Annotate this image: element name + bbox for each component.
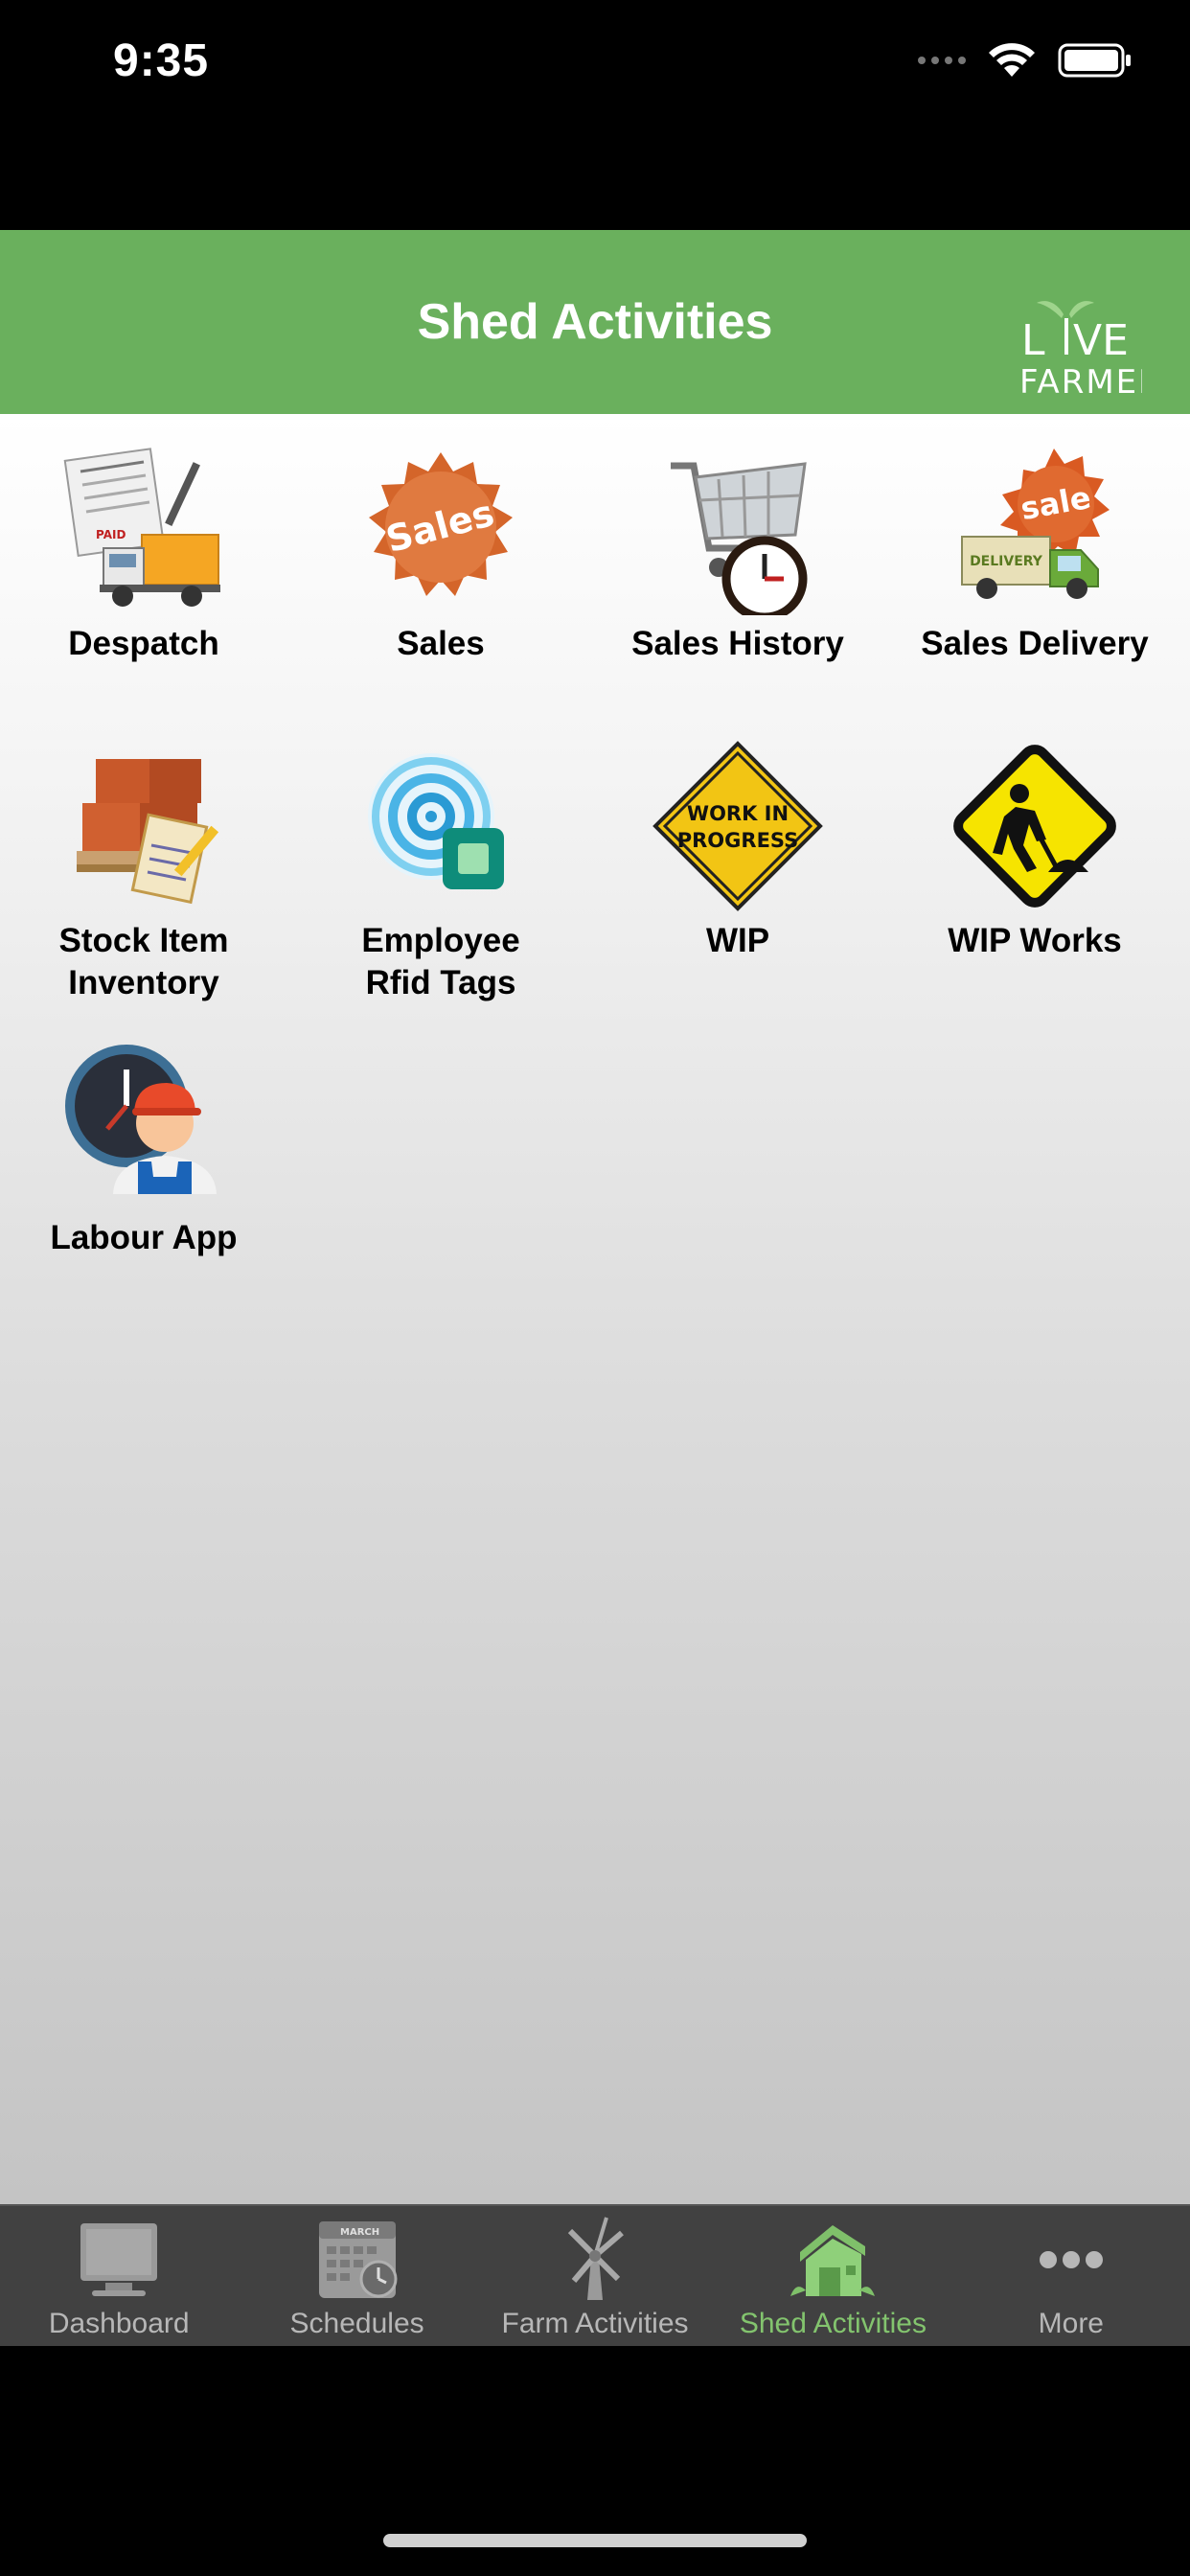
svg-text:VE: VE (1073, 316, 1129, 365)
tile-label-line2: Rfid Tags (365, 964, 516, 1001)
svg-text:MARCH: MARCH (340, 2227, 379, 2238)
svg-text:PAID: PAID (96, 528, 126, 541)
windmill-icon (567, 2217, 624, 2300)
battery-icon (1058, 43, 1131, 78)
tile-employee-rfid-tags[interactable]: Employee Rfid Tags (297, 740, 584, 1004)
tab-bar: Dashboard MARCH Schedules Farm Activitie… (0, 2204, 1190, 2346)
tile-sales[interactable]: Sales Sales (297, 443, 584, 665)
tile-label: Sales Delivery (921, 625, 1149, 662)
worker-clock-icon (65, 1045, 217, 1194)
delivery-truck-icon: sale DELIVERY (961, 448, 1110, 599)
tab-dashboard[interactable]: Dashboard (0, 2206, 238, 2346)
tile-label: WIP (705, 922, 770, 959)
page-title: Shed Activities (417, 294, 773, 350)
tile-labour-app[interactable]: Labour App (0, 1037, 287, 1259)
tab-label: Farm Activities (501, 2308, 689, 2339)
tile-stock-item-inventory[interactable]: Stock Item Inventory (0, 740, 287, 1004)
men-at-work-sign-icon (953, 745, 1116, 908)
tile-despatch[interactable]: PAID Despatch (0, 443, 287, 665)
tab-label: Schedules (289, 2308, 424, 2339)
cart-clock-icon (671, 462, 808, 615)
svg-text:WORK IN: WORK IN (687, 802, 789, 825)
tile-wip-works[interactable]: WIP Works (891, 740, 1179, 962)
cellular-signal-icon (918, 57, 966, 64)
tab-more[interactable]: More (952, 2206, 1190, 2346)
activities-grid: PAID Despatch Sales Sales Sales History … (0, 414, 1190, 2204)
tile-sales-history[interactable]: Sales History (594, 443, 881, 665)
tab-shed-activities[interactable]: Shed Activities (714, 2206, 951, 2346)
tile-label-line1: Employee (361, 922, 520, 959)
svg-text:L: L (1021, 316, 1045, 365)
tile-label-line1: Stock Item (58, 922, 229, 959)
tile-label: WIP Works (948, 922, 1122, 959)
tile-label-line2: Inventory (68, 964, 219, 1001)
rfid-icon (368, 753, 504, 889)
tab-label: More (1038, 2308, 1104, 2339)
work-in-progress-sign-icon: WORK IN PROGRESS (652, 741, 823, 911)
monitor-icon (80, 2223, 158, 2296)
svg-text:PROGRESS: PROGRESS (677, 829, 798, 852)
wifi-icon (989, 43, 1035, 77)
live-farmer-logo: L VE FARMER (1018, 295, 1161, 402)
despatch-truck-icon: PAID (63, 448, 220, 607)
calendar-icon: MARCH (318, 2221, 398, 2298)
tile-label: Sales History (631, 625, 844, 662)
svg-text:FARMER: FARMER (1019, 363, 1142, 401)
tile-sales-delivery[interactable]: sale DELIVERY Sales Delivery (891, 443, 1179, 665)
tile-label: Labour App (50, 1219, 238, 1256)
tile-label: Sales (397, 625, 485, 662)
app-header: Shed Activities L VE FARMER (0, 230, 1190, 414)
tab-farm-activities[interactable]: Farm Activities (476, 2206, 714, 2346)
tile-wip[interactable]: WORK IN PROGRESS WIP (594, 740, 881, 962)
status-bar: 9:35 (0, 0, 1190, 134)
status-time: 9:35 (113, 35, 210, 86)
svg-text:DELIVERY: DELIVERY (970, 554, 1043, 569)
tab-label: Shed Activities (739, 2308, 927, 2339)
boxes-clipboard-icon (77, 759, 219, 905)
tab-label: Dashboard (48, 2308, 190, 2339)
status-icons (918, 42, 1133, 79)
tile-label: Despatch (68, 625, 219, 662)
more-dots-icon (1039, 2251, 1103, 2268)
tab-schedules[interactable]: MARCH Schedules (238, 2206, 475, 2346)
sales-badge-icon: Sales (369, 452, 513, 596)
shed-icon (790, 2225, 876, 2296)
home-indicator[interactable] (383, 2534, 807, 2547)
